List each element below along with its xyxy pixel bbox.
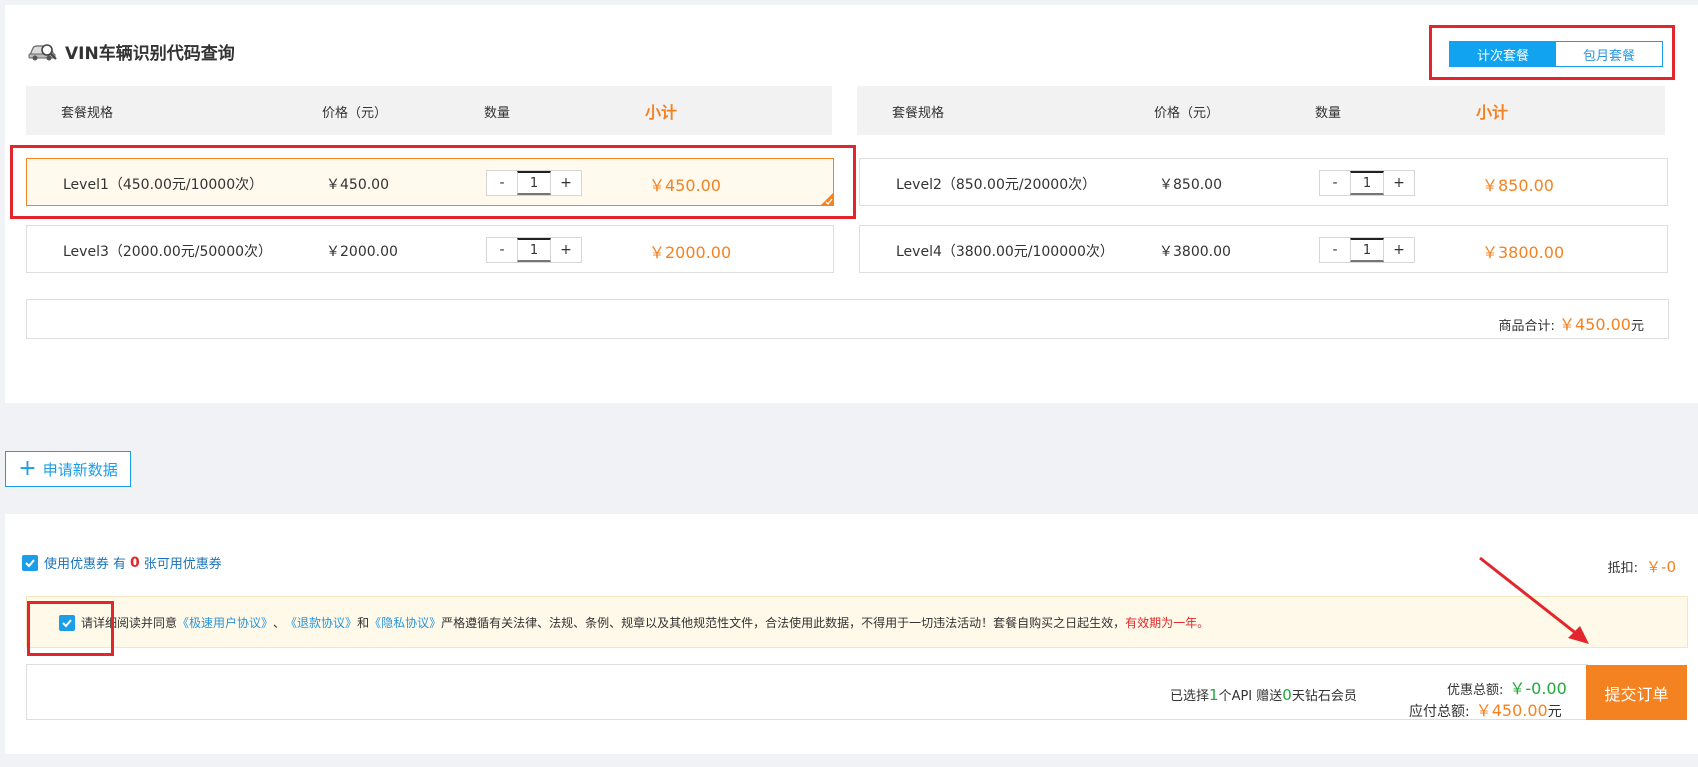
- table-header-left: 套餐规格 价格（元） 数量 小计: [26, 86, 832, 135]
- header-subtotal: 小计: [645, 103, 678, 122]
- decrement-button[interactable]: -: [1320, 238, 1350, 262]
- payable-label: 应付总额:: [1409, 704, 1470, 720]
- decrement-button[interactable]: -: [487, 238, 517, 262]
- goods-total-bar: 商品合计: ￥450.00元: [26, 299, 1669, 339]
- discount-amount: ￥-0.00: [1509, 679, 1567, 698]
- apply-new-data-button[interactable]: + 申请新数据: [5, 451, 131, 487]
- package-price: ￥850.00: [1159, 177, 1222, 193]
- quantity-stepper: - +: [1319, 237, 1415, 263]
- bonus-days: 0: [1282, 686, 1292, 704]
- header-price: 价格（元）: [1154, 106, 1220, 121]
- agreement-and: 和: [357, 616, 370, 630]
- payable-unit: 元: [1547, 704, 1562, 720]
- increment-button[interactable]: +: [1384, 238, 1414, 262]
- api-suffix: 个API 赠送: [1218, 689, 1283, 704]
- package-row-level2[interactable]: Level2（850.00元/20000次） ￥850.00 - + ￥850.…: [859, 158, 1668, 206]
- quantity-stepper: - +: [1319, 170, 1415, 196]
- page-title-text: VIN车辆识别代码查询: [65, 43, 235, 64]
- coupon-prefix: 有: [113, 557, 127, 572]
- header-qty: 数量: [1315, 106, 1342, 121]
- quantity-stepper: - +: [486, 237, 582, 263]
- annotation-arrow-icon: [1479, 556, 1589, 644]
- agreement-highlight-box: [27, 601, 114, 656]
- coupon-suffix: 张可用优惠券: [143, 557, 222, 572]
- selection-info: 已选择1个API 赠送0天钻石会员: [1170, 685, 1357, 704]
- page-title: VIN车辆识别代码查询: [27, 38, 235, 64]
- package-subtotal: ￥2000.00: [649, 243, 732, 262]
- order-summary-bar: 已选择1个API 赠送0天钻石会员 优惠总额: ￥-0.00 应付总额: ￥450.…: [26, 664, 1588, 720]
- agreement-body: 严格遵循有关法律、法规、条例、规章以及其他规范性文件，合法使用此数据，不得用于一…: [441, 616, 1126, 630]
- goods-total: 商品合计: ￥450.00元: [1498, 311, 1644, 335]
- selected-prefix: 已选择: [1170, 689, 1210, 704]
- header-subtotal: 小计: [1476, 103, 1509, 122]
- coupon-label: 使用优惠券: [44, 557, 110, 572]
- refund-agreement-link[interactable]: 《退款协议》: [285, 614, 357, 631]
- quantity-input[interactable]: [1350, 238, 1384, 262]
- bonus-days-suffix: 天钻石会员: [1291, 689, 1357, 704]
- deduction: 抵扣: ￥-0: [1608, 556, 1676, 577]
- goods-total-label: 商品合计:: [1498, 319, 1555, 334]
- package-subtotal: ￥3800.00: [1482, 243, 1565, 262]
- quantity-input[interactable]: [517, 238, 551, 262]
- apply-new-data-label: 申请新数据: [42, 460, 118, 479]
- agreement-text: 请详细阅读并同意 《极速用户协议》 、 《退款协议》 和 《隐私协议》 严格遵循…: [59, 614, 1209, 631]
- selection-highlight-box: [10, 145, 856, 219]
- payable-total: 应付总额: ￥450.00元: [1409, 697, 1562, 721]
- plus-icon: +: [18, 456, 37, 481]
- api-count: 1: [1209, 686, 1219, 704]
- tab-monthly-plan[interactable]: 包月套餐: [1556, 42, 1662, 66]
- decrement-button[interactable]: -: [1320, 171, 1350, 195]
- header-spec: 套餐规格: [892, 106, 945, 121]
- tab-per-use-plan[interactable]: 计次套餐: [1450, 42, 1556, 66]
- payable-amount: ￥450.00: [1475, 701, 1548, 720]
- increment-button[interactable]: +: [551, 238, 581, 262]
- package-subtotal: ￥850.00: [1482, 176, 1554, 195]
- privacy-agreement-link[interactable]: 《隐私协议》: [369, 614, 441, 631]
- car-search-icon: [27, 40, 59, 62]
- coupon-checkbox[interactable]: [22, 554, 38, 571]
- deduction-label: 抵扣:: [1607, 561, 1639, 576]
- table-header-right: 套餐规格 价格（元） 数量 小计: [857, 86, 1665, 135]
- increment-button[interactable]: +: [1384, 171, 1414, 195]
- header-spec: 套餐规格: [61, 106, 114, 121]
- goods-total-unit: 元: [1630, 319, 1644, 334]
- package-spec: Level2（850.00元/20000次）: [896, 177, 1097, 193]
- coupon-option: 使用优惠券 有 0 张可用优惠券: [22, 553, 222, 572]
- validity-notice: 有效期为一年。: [1125, 616, 1210, 630]
- coupon-count: 0: [130, 554, 140, 571]
- package-price: ￥2000.00: [326, 244, 398, 260]
- discount-label: 优惠总额:: [1447, 683, 1504, 698]
- package-spec: Level3（2000.00元/50000次）: [63, 244, 273, 260]
- header-qty: 数量: [484, 106, 511, 121]
- package-row-level3[interactable]: Level3（2000.00元/50000次） ￥2000.00 - + ￥20…: [26, 225, 834, 273]
- package-spec: Level4（3800.00元/100000次）: [896, 244, 1114, 260]
- plan-type-toggle: 计次套餐 包月套餐: [1449, 41, 1663, 67]
- deduction-amount: ￥-0: [1646, 558, 1676, 576]
- submit-order-button[interactable]: 提交订单: [1586, 665, 1687, 720]
- discount-total: 优惠总额: ￥-0.00: [1447, 675, 1567, 699]
- header-price: 价格（元）: [322, 106, 388, 121]
- goods-total-amount: ￥450.00: [1558, 315, 1631, 334]
- agreement-separator: 、: [273, 616, 286, 630]
- package-row-level4[interactable]: Level4（3800.00元/100000次） ￥3800.00 - + ￥3…: [859, 225, 1668, 273]
- quantity-input[interactable]: [1350, 171, 1384, 195]
- agreement-bar: 请详细阅读并同意 《极速用户协议》 、 《退款协议》 和 《隐私协议》 严格遵循…: [26, 596, 1688, 648]
- user-agreement-link[interactable]: 《极速用户协议》: [177, 614, 273, 631]
- package-price: ￥3800.00: [1159, 244, 1231, 260]
